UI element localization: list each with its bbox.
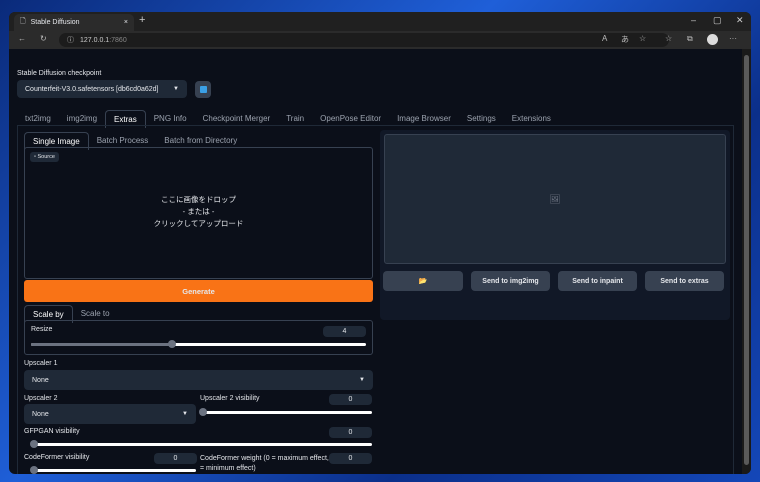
send-to-extras-button[interactable]: Send to extras <box>645 271 724 291</box>
translate-icon[interactable]: あ <box>621 34 629 45</box>
profile-avatar[interactable] <box>707 34 718 45</box>
close-window-button[interactable]: ✕ <box>736 15 744 26</box>
refresh-icon <box>199 86 207 93</box>
gfpgan-label: GFPGAN visibility <box>24 428 80 435</box>
url-input[interactable]: ⓘ 127.0.0.1:7860 <box>59 33 669 47</box>
codeformer-visibility-input[interactable]: 0 <box>154 453 197 464</box>
favorites-icon[interactable]: ☆ <box>665 34 672 43</box>
folder-icon: 📂 <box>418 278 428 285</box>
image-icon: 🖼 <box>549 193 561 204</box>
upscaler2-label: Upscaler 2 <box>24 395 58 402</box>
source-label: ▫ Source <box>30 152 59 162</box>
page-icon: 🗋 <box>20 18 26 25</box>
upscaler1-label: Upscaler 1 <box>24 360 58 367</box>
browser-tab[interactable]: 🗋 Stable Diffusion × <box>14 14 134 31</box>
source-image-upload[interactable]: ▫ Source ここに画像をドロップ - または - クリックしてアップロード <box>24 147 373 279</box>
codeformer-visibility-slider[interactable] <box>30 466 196 474</box>
checkpoint-dropdown[interactable]: Counterfeit-V3.0.safetensors [db6cd0a62d… <box>17 80 187 98</box>
codeformer-visibility-label: CodeFormer visibility <box>24 454 90 461</box>
gfpgan-input[interactable]: 0 <box>329 427 372 438</box>
more-icon[interactable]: ··· <box>729 34 737 43</box>
upscaler1-dropdown[interactable]: None ▼ <box>24 370 373 390</box>
gfpgan-slider[interactable] <box>30 440 372 448</box>
chevron-down-icon: ▼ <box>182 411 188 417</box>
chevron-down-icon: ▼ <box>359 377 365 383</box>
resize-input[interactable]: 4 <box>323 326 366 337</box>
output-panel: 🖼 📂 Send to img2img Send to inpaint Send… <box>380 130 730 320</box>
scale-by-panel: Resize 4 <box>24 320 373 355</box>
checkpoint-label: Stable Diffusion checkpoint <box>17 70 102 77</box>
upscaler2-visibility-label: Upscaler 2 visibility <box>200 395 260 402</box>
refresh-checkpoint-button[interactable] <box>195 81 211 98</box>
address-bar-row: ← ↻ ⓘ 127.0.0.1:7860 A あ ☆ ☆ ⧉ ··· <box>9 31 751 49</box>
codeformer-weight-input[interactable]: 0 <box>329 453 372 464</box>
webui-page: Stable Diffusion checkpoint Counterfeit-… <box>9 49 742 474</box>
resize-slider[interactable] <box>31 340 366 348</box>
checkpoint-value: Counterfeit-V3.0.safetensors [db6cd0a62d… <box>25 85 159 93</box>
maximize-button[interactable]: ▢ <box>713 15 722 26</box>
url-host: 127.0.0.1 <box>80 36 110 44</box>
read-aloud-icon[interactable]: A <box>602 34 607 43</box>
url-port: :7860 <box>109 36 127 44</box>
info-icon: ⓘ <box>67 37 74 44</box>
page-scrollbar[interactable] <box>742 49 751 474</box>
back-icon[interactable]: ← <box>18 34 26 43</box>
output-image: 🖼 <box>384 134 726 264</box>
new-tab-button[interactable]: + <box>139 14 145 26</box>
upscaler2-visibility-input[interactable]: 0 <box>329 394 372 405</box>
send-to-inpaint-button[interactable]: Send to inpaint <box>558 271 637 291</box>
resize-label: Resize <box>31 326 53 333</box>
chevron-down-icon: ▼ <box>173 86 179 92</box>
browser-window: 🗋 Stable Diffusion × + – ▢ ✕ ← ↻ ⓘ 127.0… <box>9 12 751 474</box>
tab-bar: 🗋 Stable Diffusion × + – ▢ ✕ <box>9 12 751 31</box>
upscaler2-dropdown[interactable]: None ▼ <box>24 404 196 424</box>
close-tab-icon[interactable]: × <box>124 19 128 26</box>
generate-button[interactable]: Generate <box>24 280 373 302</box>
drop-instructions: ここに画像をドロップ - または - クリックしてアップロード <box>153 195 244 228</box>
favorite-add-icon[interactable]: ☆ <box>639 34 646 43</box>
collections-icon[interactable]: ⧉ <box>687 34 693 44</box>
codeformer-weight-label: CodeFormer weight (0 = maximum effect, 1… <box>200 455 335 472</box>
open-folder-button[interactable]: 📂 <box>383 271 463 291</box>
minimize-button[interactable]: – <box>691 15 696 25</box>
upscaler2-visibility-slider[interactable] <box>199 408 372 416</box>
refresh-icon[interactable]: ↻ <box>40 34 47 43</box>
send-to-img2img-button[interactable]: Send to img2img <box>471 271 550 291</box>
tab-title: Stable Diffusion <box>30 19 80 26</box>
